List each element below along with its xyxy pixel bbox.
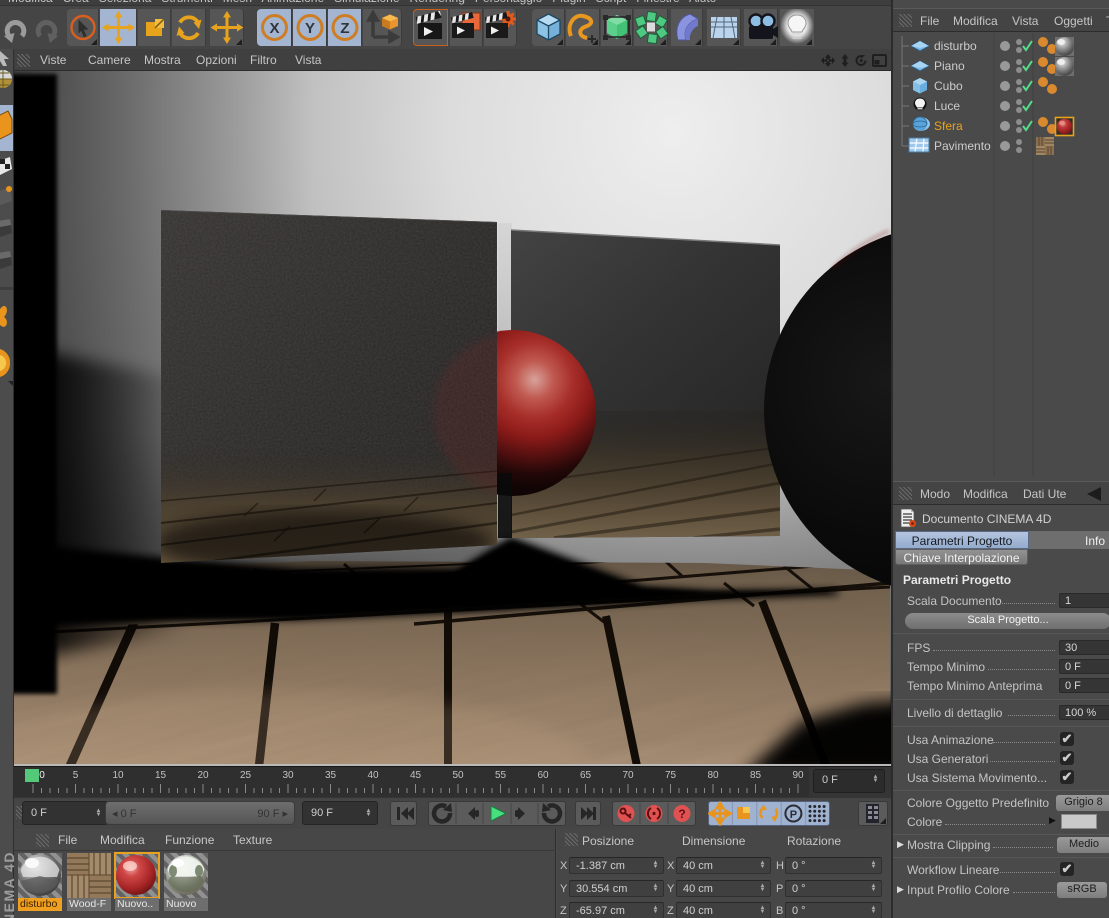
- svg-text:30: 30: [282, 770, 294, 781]
- svg-text:50: 50: [452, 770, 464, 781]
- svg-text:X: X: [269, 20, 279, 37]
- svg-text:40: 40: [367, 770, 379, 781]
- svg-text:75: 75: [665, 770, 677, 781]
- svg-text:Pavimento: Pavimento: [934, 139, 991, 153]
- svg-text:10: 10: [112, 770, 124, 781]
- svg-text:Luce: Luce: [934, 99, 960, 113]
- svg-text:20: 20: [197, 770, 209, 781]
- svg-text:Cubo: Cubo: [934, 79, 963, 93]
- svg-text:45: 45: [410, 770, 422, 781]
- svg-text:60: 60: [537, 770, 549, 781]
- svg-text:85: 85: [750, 770, 762, 781]
- svg-text:Y: Y: [305, 20, 315, 37]
- svg-text:70: 70: [622, 770, 634, 781]
- svg-text:65: 65: [580, 770, 592, 781]
- svg-text:90: 90: [792, 770, 804, 781]
- svg-text:5: 5: [73, 770, 79, 781]
- svg-text:Sfera: Sfera: [934, 119, 963, 133]
- svg-text:25: 25: [240, 770, 252, 781]
- svg-text:55: 55: [495, 770, 507, 781]
- svg-text:Piano: Piano: [934, 59, 965, 73]
- svg-text:0: 0: [39, 770, 45, 781]
- svg-text:?: ?: [678, 807, 685, 821]
- svg-text:80: 80: [707, 770, 719, 781]
- svg-text:Z: Z: [340, 20, 349, 37]
- svg-text:15: 15: [155, 770, 167, 781]
- svg-text:disturbo: disturbo: [934, 39, 977, 53]
- svg-text:35: 35: [325, 770, 337, 781]
- svg-text:P: P: [790, 809, 797, 821]
